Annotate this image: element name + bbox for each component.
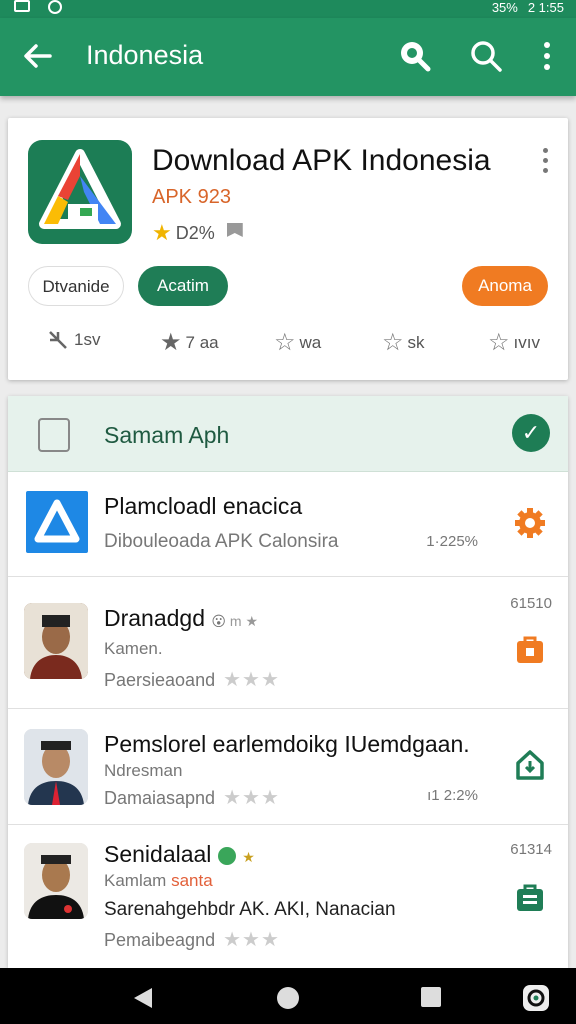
item-subtitle: Kamlam santa: [104, 871, 213, 890]
star-outline-icon: ☆: [382, 329, 404, 356]
item-developer: Damaiasapnd ★★★: [104, 787, 280, 809]
star-outline-icon: ☆: [274, 329, 296, 356]
stat-label: wa: [299, 332, 322, 352]
bag-icon[interactable]: [514, 881, 546, 913]
section-title: Samam Aph: [104, 422, 230, 448]
item-subtitle: Dibouleoada APK Calonsira: [104, 531, 339, 552]
item-subtitle: Ndresman: [104, 761, 183, 780]
rating-stars-icon: ★★★: [223, 929, 280, 951]
item-developer: Pemaibeagnd ★★★: [104, 929, 280, 951]
more-vert-icon[interactable]: [530, 38, 566, 74]
gear-icon[interactable]: [514, 507, 546, 539]
app-subtitle: APK 923: [152, 186, 231, 208]
stat-label: ıvıv: [513, 332, 540, 352]
stat-label: 1sv: [74, 330, 101, 349]
app-rating: ★ D2%: [152, 220, 243, 246]
list-item[interactable]: Dranadgd 😮 m ★ Kamen. Paersieaoand ★★★ 61…: [8, 577, 568, 709]
sparkle-icon: [49, 331, 67, 349]
app-triangle-icon: [26, 491, 88, 553]
flag-icon[interactable]: [226, 223, 243, 237]
item-count: 61314: [510, 841, 552, 858]
search-icon[interactable]: [468, 38, 504, 74]
system-nav-bar: [0, 968, 576, 1024]
item-title: Senidalaal ★: [104, 841, 255, 867]
item-size: ı1 2:2%: [427, 787, 478, 804]
nav-home-icon[interactable]: [276, 986, 300, 1010]
battery-level: 35%: [491, 0, 518, 15]
clock: 2 1:55: [527, 0, 564, 15]
app-title: Download APK Indonesia: [152, 144, 491, 177]
page-title: Indonesia: [86, 40, 204, 70]
featured-app-card[interactable]: Download APK Indonesia APK 923 ★ D2% Dtv…: [8, 118, 568, 380]
stats-row: 1sv ★ 7 aa ☆ wa ☆ sk ☆ ıvıv: [8, 328, 568, 362]
rating-value: D2%: [175, 222, 215, 243]
rating-stars-icon: ★★★: [223, 787, 280, 809]
stat-item[interactable]: ☆ ıvıv: [488, 328, 540, 357]
list-item[interactable]: Pemslorel earlemdoikg IUemdgaan. Ndresma…: [8, 709, 568, 825]
item-title: Dranadgd 😮 m ★: [104, 605, 259, 631]
avatar: [24, 729, 88, 805]
list-item[interactable]: Senidalaal ★ Kamlam santa Sarenahgehbdr …: [8, 825, 568, 968]
stat-item[interactable]: 1sv: [46, 328, 100, 352]
item-subtitle: Kamen.: [104, 639, 163, 658]
status-bar: 35% 2 1:55: [0, 0, 576, 18]
notification-icon: [14, 0, 30, 12]
star-outline-icon: ☆: [488, 329, 510, 356]
nav-assistant-icon[interactable]: [522, 984, 550, 1012]
item-count: 61510: [510, 595, 552, 612]
sync-icon: [48, 0, 62, 14]
item-size: 1·225%: [426, 533, 478, 550]
section-header[interactable]: Samam Aph ✓: [8, 396, 568, 472]
install-button[interactable]: Anoma: [462, 266, 548, 306]
item-developer: Paersieaoand ★★★: [104, 669, 280, 691]
check-icon[interactable]: ✓: [512, 414, 550, 452]
app-logo-icon: [28, 140, 132, 244]
nav-recents-icon[interactable]: [420, 986, 442, 1008]
avatar: [24, 603, 88, 679]
home-download-icon[interactable]: [514, 749, 546, 781]
rating-stars-icon: ★★★: [223, 669, 280, 691]
list-item[interactable]: Plamcloadl enacica Dibouleoada APK Calon…: [8, 473, 568, 577]
item-title: Plamcloadl enacica: [104, 493, 303, 519]
outline-button[interactable]: Dtvanide: [28, 266, 124, 306]
download-bag-icon[interactable]: [514, 633, 546, 665]
emoji-badge-icon: 😮: [211, 613, 230, 629]
stat-item[interactable]: ★ 7 aa: [160, 328, 219, 357]
nav-back-icon[interactable]: [132, 986, 154, 1010]
stat-item[interactable]: ☆ sk: [382, 328, 425, 357]
stat-label: 7 aa: [185, 332, 219, 352]
stat-label: sk: [407, 332, 425, 352]
star-filled-icon: ★: [160, 329, 182, 356]
star-icon: ★: [152, 220, 172, 245]
avatar: [24, 843, 88, 919]
app-list: Samam Aph ✓ Plamcloadl enacica Dibouleoa…: [8, 396, 568, 968]
card-more-icon[interactable]: [542, 148, 550, 178]
stat-item[interactable]: ☆ wa: [274, 328, 321, 357]
primary-button[interactable]: Acatim: [138, 266, 228, 306]
item-description: Sarenahgehbdr AK. AKI, Nanacian: [104, 899, 396, 920]
verified-badge-icon: [217, 846, 236, 865]
item-title: Pemslorel earlemdoikg IUemdgaan.: [104, 731, 470, 757]
search-badge-icon[interactable]: [396, 38, 432, 74]
app-bar: Indonesia: [0, 18, 576, 96]
clipboard-icon: [38, 418, 70, 452]
arrow-left-icon[interactable]: [20, 38, 56, 74]
